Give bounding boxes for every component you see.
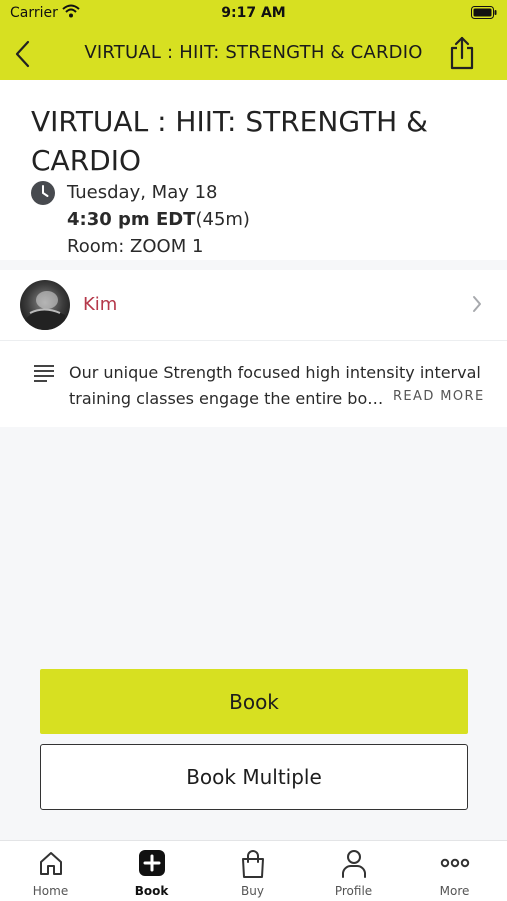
status-time: 9:17 AM bbox=[221, 5, 286, 21]
tab-book-label: Book bbox=[134, 884, 169, 898]
battery-icon bbox=[471, 6, 497, 23]
back-button[interactable] bbox=[10, 38, 40, 70]
home-icon bbox=[39, 852, 62, 875]
description-line-2: training classes engage the entire bo… bbox=[69, 389, 384, 408]
tab-buy[interactable]: Buy bbox=[202, 841, 303, 901]
description-section: Our unique Strength focused high intensi… bbox=[0, 341, 507, 427]
description-line-1: Our unique Strength focused high intensi… bbox=[69, 363, 481, 382]
navigation-bar: VIRTUAL : HIIT: STRENGTH & CARDIO bbox=[0, 28, 507, 80]
description-icon bbox=[34, 364, 54, 386]
book-button[interactable]: Book bbox=[40, 669, 468, 734]
class-info-card: VIRTUAL : HIIT: STRENGTH & CARDIO Tuesda… bbox=[0, 80, 507, 260]
class-duration: (45m) bbox=[195, 209, 250, 230]
header: Carrier 9:17 AM VIRTUAL : HIIT: STRENGTH… bbox=[0, 0, 507, 80]
tab-book[interactable]: Book bbox=[101, 841, 202, 901]
class-room: Room: ZOOM 1 bbox=[67, 236, 204, 257]
person-icon bbox=[341, 850, 366, 878]
chevron-left-icon bbox=[15, 40, 30, 68]
more-dots-icon bbox=[440, 858, 469, 868]
share-icon bbox=[450, 36, 474, 70]
tab-more-label: More bbox=[439, 884, 470, 898]
class-time: 4:30 pm EDT bbox=[67, 209, 196, 230]
shopping-bag-icon bbox=[241, 850, 264, 878]
class-date: Tuesday, May 18 bbox=[67, 182, 218, 203]
avatar bbox=[20, 280, 70, 330]
plus-square-icon bbox=[138, 850, 165, 876]
share-button[interactable] bbox=[447, 35, 477, 71]
nav-title: VIRTUAL : HIIT: STRENGTH & CARDIO bbox=[84, 42, 423, 63]
clock-icon bbox=[31, 181, 55, 209]
tab-home-label: Home bbox=[32, 884, 69, 898]
tab-buy-label: Buy bbox=[241, 884, 264, 898]
instructor-name: Kim bbox=[83, 294, 118, 315]
book-multiple-button[interactable]: Book Multiple bbox=[40, 744, 468, 810]
class-title: VIRTUAL : HIIT: STRENGTH & CARDIO bbox=[31, 105, 428, 177]
tab-profile[interactable]: Profile bbox=[303, 841, 404, 901]
chevron-right-icon bbox=[471, 295, 483, 317]
read-more-link[interactable]: READ MORE bbox=[393, 389, 485, 404]
status-bar: Carrier 9:17 AM bbox=[0, 0, 507, 28]
instructor-row[interactable]: Kim bbox=[0, 270, 507, 341]
class-time-row: 4:30 pm EDT(45m) bbox=[67, 209, 250, 230]
tab-bar: Home Book Buy Profile More bbox=[0, 840, 507, 901]
tab-profile-label: Profile bbox=[334, 884, 373, 898]
tab-more[interactable]: More bbox=[404, 841, 505, 901]
tab-home[interactable]: Home bbox=[0, 841, 101, 901]
